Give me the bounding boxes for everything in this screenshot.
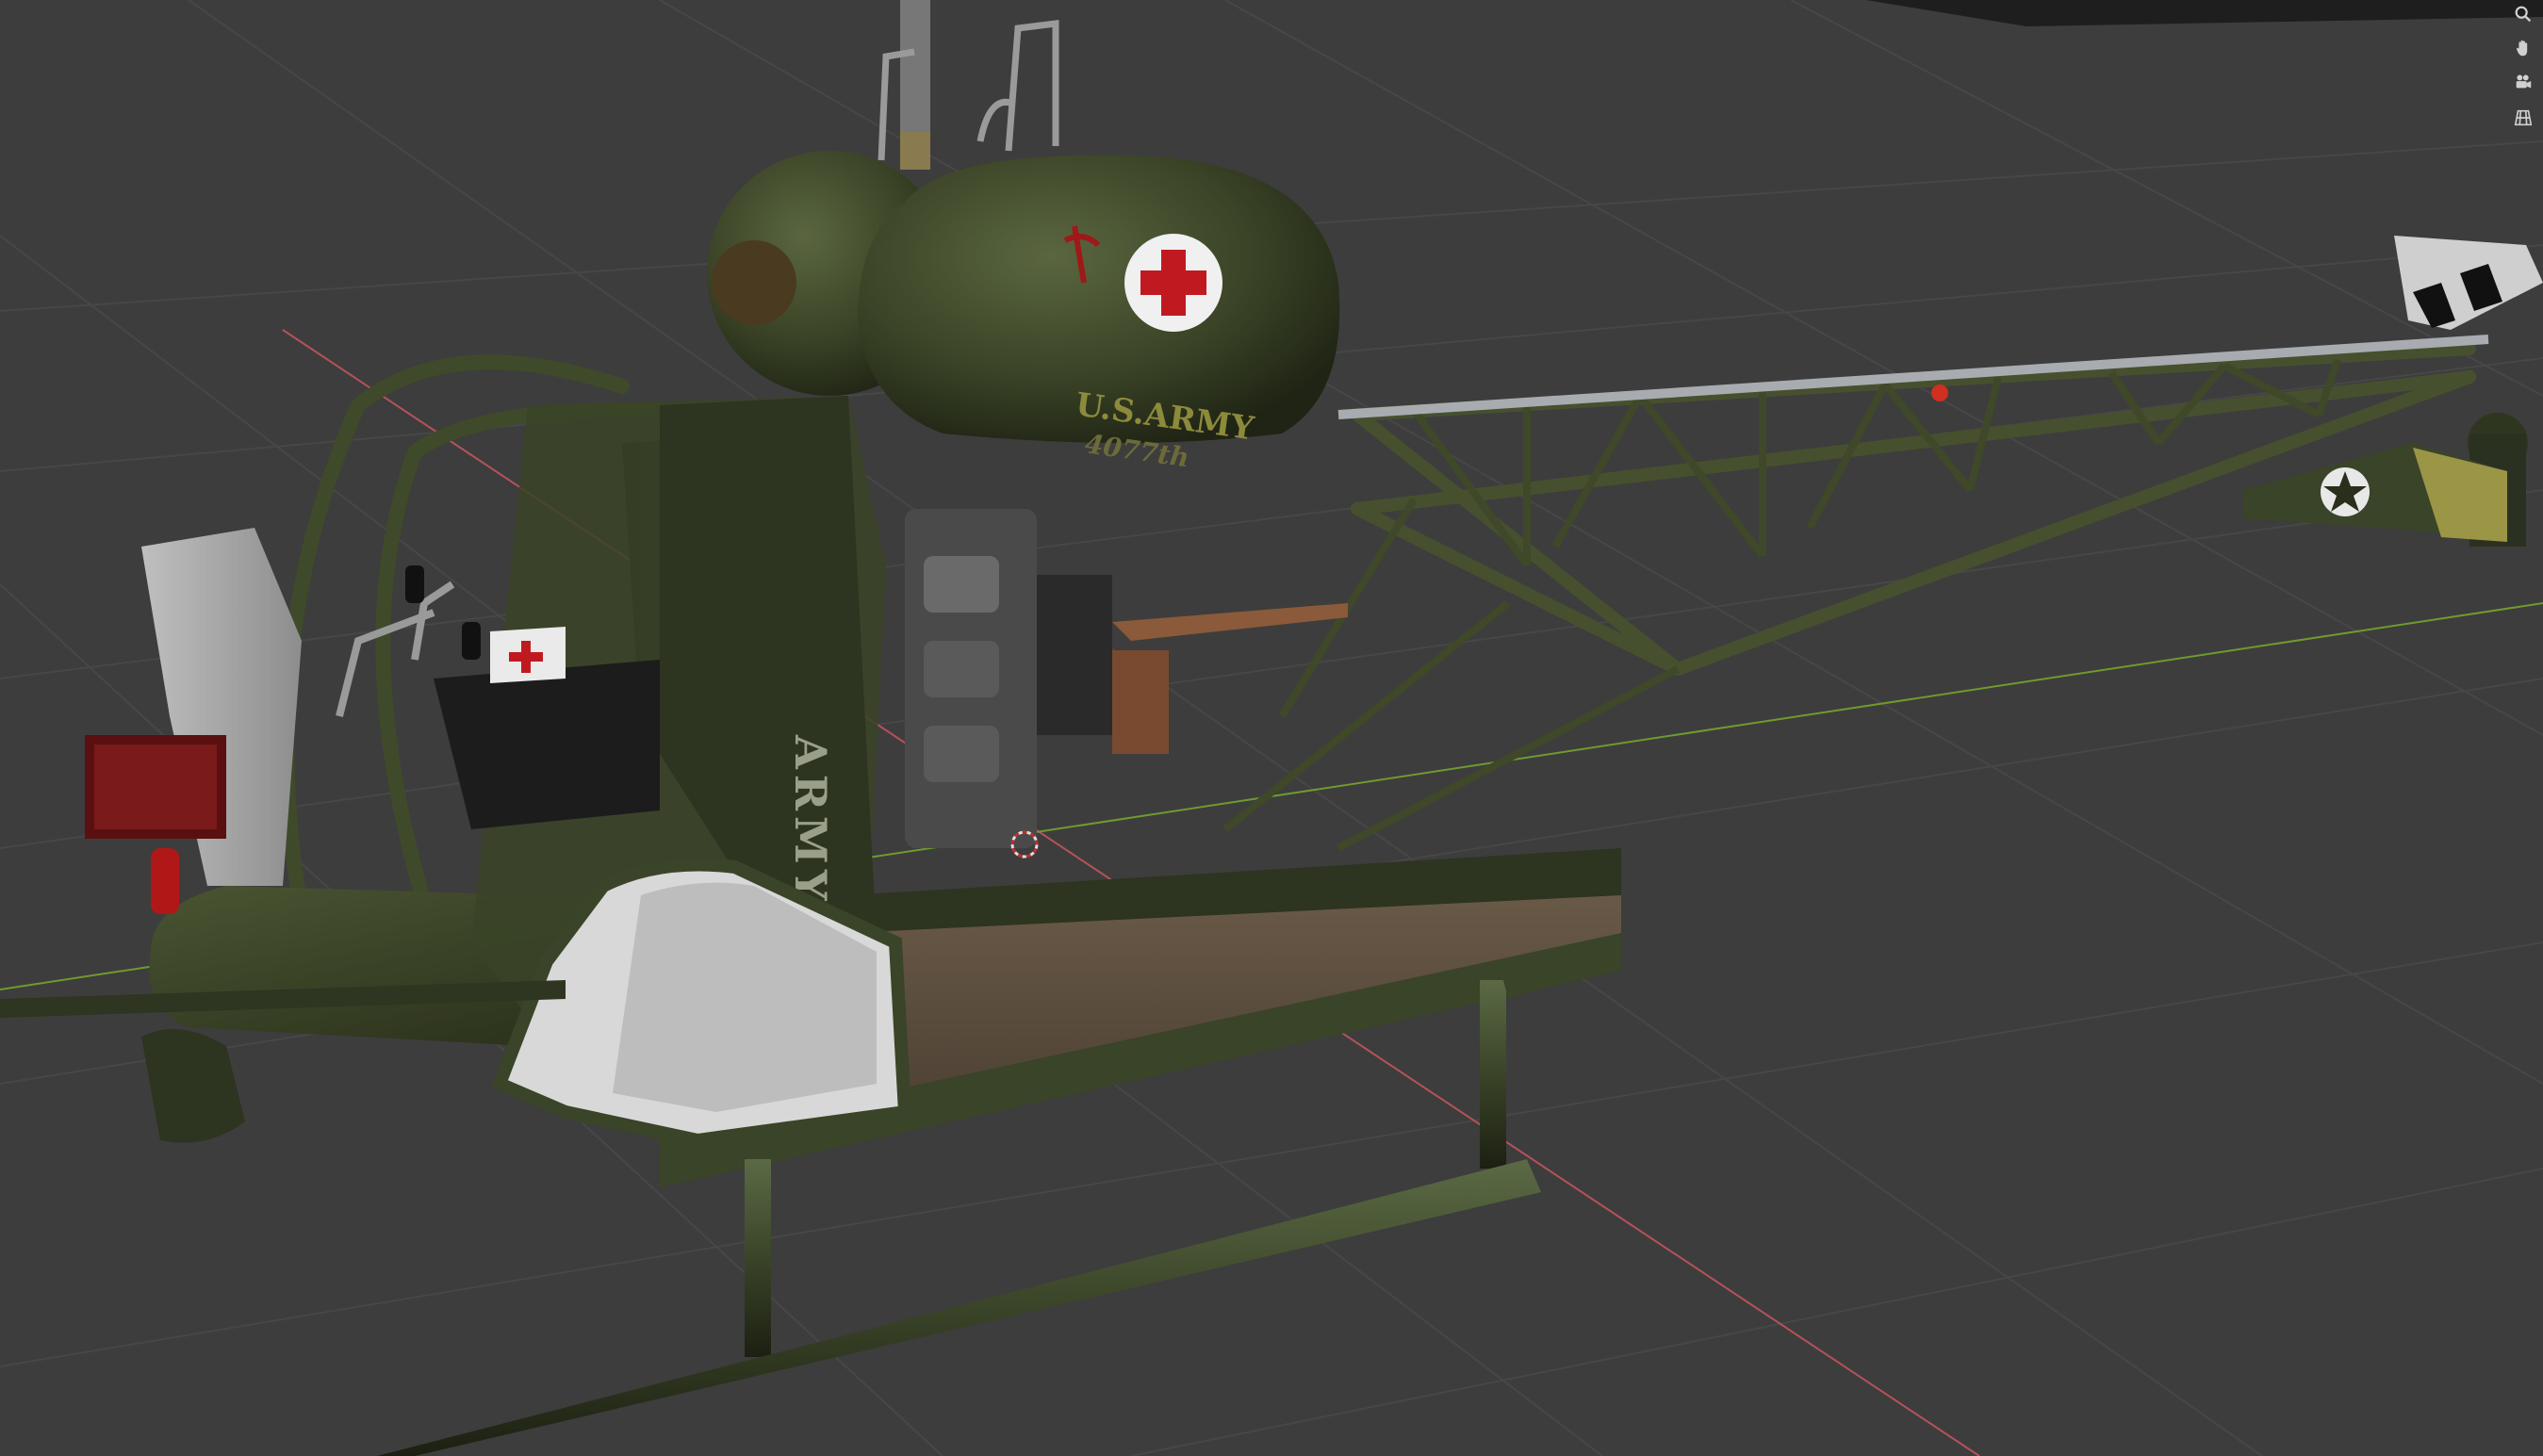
- tail-boom-diagonals: [1222, 358, 2341, 852]
- engine-block: [905, 509, 1348, 848]
- scene-canvas[interactable]: U.S.ARMY 4077th ARMY: [0, 0, 2543, 1456]
- tail-beacon: [1931, 384, 1948, 401]
- side-equipment-pod: [85, 528, 302, 1143]
- cyclic-grip: [405, 565, 424, 603]
- pan-hand-icon[interactable]: [2509, 34, 2537, 62]
- zoom-magnifier-icon[interactable]: [2509, 0, 2537, 28]
- camera-view-icon[interactable]: [2509, 68, 2537, 96]
- collective-grip: [462, 622, 481, 660]
- control-sticks: [336, 581, 455, 717]
- ortho-grid-svg: [2514, 109, 2533, 126]
- zoom-magnifier-svg: [2515, 6, 2532, 23]
- 3d-viewport[interactable]: U.S.ARMY 4077th ARMY: [0, 0, 2543, 1456]
- navigation-gizmo: [2502, 0, 2543, 141]
- fuselage-army-label: ARMY: [785, 734, 836, 907]
- rotor-mast: [900, 0, 930, 132]
- ortho-grid-icon[interactable]: [2509, 104, 2537, 132]
- fuel-tank-front: U.S.ARMY 4077th: [858, 155, 1340, 473]
- camera-view-svg: [2516, 74, 2532, 89]
- pan-hand-svg: [2517, 40, 2528, 57]
- tail-rotor-driveshaft: [1337, 335, 2489, 419]
- background-object: [1866, 0, 2543, 26]
